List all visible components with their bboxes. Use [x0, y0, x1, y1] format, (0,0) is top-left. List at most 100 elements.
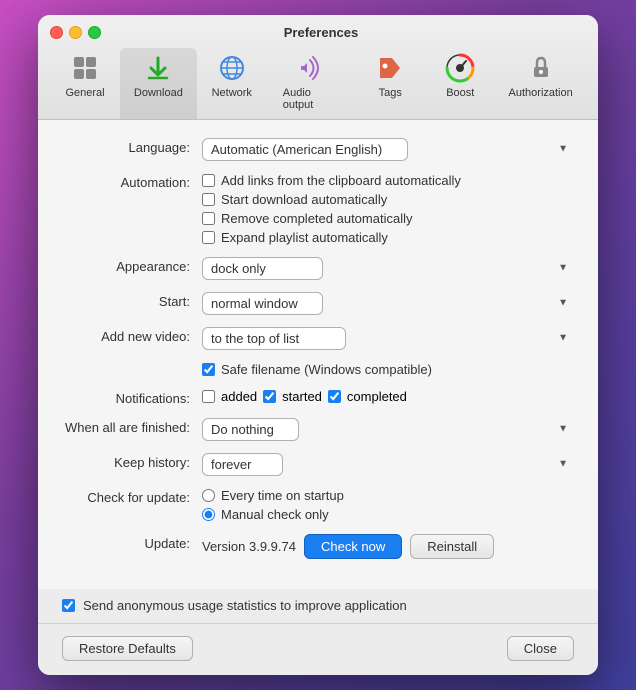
language-control: Automatic (American English) ▼: [202, 138, 574, 161]
notification-started-label: started: [282, 389, 322, 404]
start-row: Start: normal window minimized ▼: [62, 292, 574, 315]
add-new-video-control: to the top of list to the bottom of list…: [202, 327, 574, 350]
toolbar: General Download: [50, 48, 586, 119]
safe-filename-checkbox-row: Safe filename (Windows compatible): [202, 362, 574, 377]
automation-item-1-label: Start download automatically: [221, 192, 387, 207]
tab-boost[interactable]: Boost: [425, 48, 495, 119]
anonymous-row: Send anonymous usage statistics to impro…: [62, 597, 574, 623]
automation-control: Add links from the clipboard automatical…: [202, 173, 574, 245]
titlebar: Preferences General: [38, 15, 598, 120]
general-tab-label: General: [65, 87, 104, 99]
automation-item-3: Expand playlist automatically: [202, 230, 574, 245]
automation-item-2: Remove completed automatically: [202, 211, 574, 226]
check-every-startup-radio[interactable]: [202, 489, 215, 502]
restore-defaults-button[interactable]: Restore Defaults: [62, 636, 193, 661]
automation-checkbox-1[interactable]: [202, 193, 215, 206]
check-update-label: Check for update:: [62, 488, 202, 505]
notification-added-checkbox[interactable]: [202, 390, 215, 403]
automation-item-2-label: Remove completed automatically: [221, 211, 412, 226]
when-finished-label: When all are finished:: [62, 418, 202, 435]
check-manual-label: Manual check only: [221, 507, 329, 522]
check-every-startup-row: Every time on startup: [202, 488, 574, 503]
notification-started-checkbox[interactable]: [263, 390, 276, 403]
safe-filename-checkbox[interactable]: [202, 363, 215, 376]
automation-item-0-label: Add links from the clipboard automatical…: [221, 173, 461, 188]
general-icon: [69, 52, 101, 84]
update-row: Update: Version 3.9.9.74 Check now Reins…: [62, 534, 574, 559]
safe-filename-control: Safe filename (Windows compatible): [202, 362, 574, 377]
notifications-label: Notifications:: [62, 389, 202, 406]
automation-item-3-label: Expand playlist automatically: [221, 230, 388, 245]
reinstall-button[interactable]: Reinstall: [410, 534, 494, 559]
appearance-select[interactable]: dock only normal window: [202, 257, 323, 280]
start-select[interactable]: normal window minimized: [202, 292, 323, 315]
download-tab-label: Download: [134, 87, 183, 99]
download-icon: [142, 52, 174, 84]
tab-general[interactable]: General: [50, 48, 120, 119]
appearance-select-arrow: ▼: [558, 263, 568, 274]
keep-history-control: forever 1 day 1 week 1 month ▼: [202, 453, 574, 476]
tab-download[interactable]: Download: [120, 48, 197, 119]
notifications-row: Notifications: added started completed: [62, 389, 574, 406]
safe-filename-label: Safe filename (Windows compatible): [221, 362, 432, 377]
update-control: Version 3.9.9.74 Check now Reinstall: [202, 534, 574, 559]
start-label: Start:: [62, 292, 202, 309]
language-select-wrapper: Automatic (American English) ▼: [202, 138, 574, 161]
appearance-control: dock only normal window ▼: [202, 257, 574, 280]
tab-tags[interactable]: Tags: [355, 48, 425, 119]
appearance-select-wrapper: dock only normal window ▼: [202, 257, 574, 280]
notification-added-label: added: [221, 389, 257, 404]
start-select-wrapper: normal window minimized ▼: [202, 292, 574, 315]
version-text: Version 3.9.9.74: [202, 539, 296, 554]
automation-row: Automation: Add links from the clipboard…: [62, 173, 574, 245]
when-finished-select[interactable]: Do nothing Quit Sleep: [202, 418, 299, 441]
tab-network[interactable]: Network: [197, 48, 267, 119]
check-manual-radio[interactable]: [202, 508, 215, 521]
preferences-content: Language: Automatic (American English) ▼…: [38, 120, 598, 589]
audio-tab-label: Audio output: [283, 87, 340, 111]
language-row: Language: Automatic (American English) ▼: [62, 138, 574, 161]
keep-history-select-arrow: ▼: [558, 459, 568, 470]
keep-history-select-wrapper: forever 1 day 1 week 1 month ▼: [202, 453, 574, 476]
automation-checkbox-3[interactable]: [202, 231, 215, 244]
auth-icon: [525, 52, 557, 84]
network-tab-label: Network: [212, 87, 252, 99]
automation-item-1: Start download automatically: [202, 192, 574, 207]
tags-icon: [374, 52, 406, 84]
start-control: normal window minimized ▼: [202, 292, 574, 315]
audio-icon: [295, 52, 327, 84]
check-now-button[interactable]: Check now: [304, 534, 402, 559]
auth-tab-label: Authorization: [509, 87, 573, 99]
update-inline: Version 3.9.9.74 Check now Reinstall: [202, 534, 574, 559]
notification-completed-label: completed: [347, 389, 407, 404]
add-new-video-select[interactable]: to the top of list to the bottom of list: [202, 327, 346, 350]
automation-checkbox-0[interactable]: [202, 174, 215, 187]
when-finished-control: Do nothing Quit Sleep ▼: [202, 418, 574, 441]
keep-history-select[interactable]: forever 1 day 1 week 1 month: [202, 453, 283, 476]
automation-item-0: Add links from the clipboard automatical…: [202, 173, 574, 188]
anonymous-label: Send anonymous usage statistics to impro…: [83, 597, 407, 615]
keep-history-row: Keep history: forever 1 day 1 week 1 mon…: [62, 453, 574, 476]
close-button[interactable]: Close: [507, 636, 574, 661]
update-label: Update:: [62, 534, 202, 551]
automation-checkbox-2[interactable]: [202, 212, 215, 225]
tags-tab-label: Tags: [379, 87, 402, 99]
when-finished-select-arrow: ▼: [558, 424, 568, 435]
check-manual-row: Manual check only: [202, 507, 574, 522]
safe-filename-row: Safe filename (Windows compatible): [62, 362, 574, 377]
when-finished-select-wrapper: Do nothing Quit Sleep ▼: [202, 418, 574, 441]
tab-audio[interactable]: Audio output: [267, 48, 356, 119]
language-select[interactable]: Automatic (American English): [202, 138, 408, 161]
start-select-arrow: ▼: [558, 298, 568, 309]
safe-filename-spacer: [62, 362, 202, 364]
network-icon: [216, 52, 248, 84]
add-new-video-row: Add new video: to the top of list to the…: [62, 327, 574, 350]
anonymous-checkbox[interactable]: [62, 599, 75, 612]
when-finished-row: When all are finished: Do nothing Quit S…: [62, 418, 574, 441]
add-new-video-select-wrapper: to the top of list to the bottom of list…: [202, 327, 574, 350]
notification-completed-checkbox[interactable]: [328, 390, 341, 403]
add-new-video-select-arrow: ▼: [558, 333, 568, 344]
appearance-row: Appearance: dock only normal window ▼: [62, 257, 574, 280]
tab-authorization[interactable]: Authorization: [495, 48, 586, 119]
boost-icon: [444, 52, 476, 84]
